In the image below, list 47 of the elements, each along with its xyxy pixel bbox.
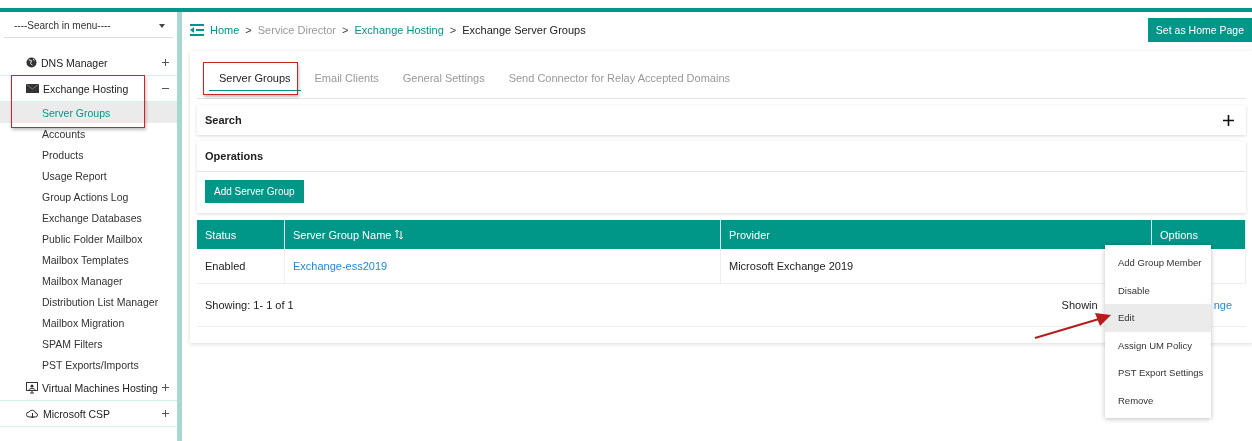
- breadcrumb-link[interactable]: Exchange Hosting: [354, 24, 444, 36]
- column-header-label: Provider: [729, 228, 770, 241]
- add-server-group-button[interactable]: Add Server Group: [205, 180, 304, 203]
- sidebar-subitem[interactable]: Mailbox Migration: [0, 312, 177, 333]
- sidebar-item-label: Microsoft CSP: [43, 407, 111, 420]
- breadcrumb-separator: >: [342, 24, 349, 36]
- tab[interactable]: Server Groups: [209, 65, 301, 91]
- menu-item[interactable]: Remove: [1105, 386, 1211, 414]
- sidebar-item[interactable]: Microsoft CSP: [0, 401, 177, 427]
- sidebar-subitem[interactable]: Mailbox Templates: [0, 249, 177, 270]
- sidebar-subitem[interactable]: Usage Report: [0, 165, 177, 186]
- column-header-label: Status: [205, 228, 237, 241]
- sidebar-subitem[interactable]: Exchange Databases: [0, 207, 177, 228]
- breadcrumb-current: Exchange Server Groups: [462, 24, 586, 36]
- column-header-label: Server Group Name: [293, 228, 392, 241]
- pagination-summary: Showing: 1- 1 of 1: [205, 299, 294, 311]
- menu-item[interactable]: Disable: [1105, 276, 1211, 304]
- sidebar-item-label: Virtual Machines Hosting: [42, 381, 158, 394]
- sidebar-item-label: DNS Manager: [41, 56, 108, 69]
- menu-item[interactable]: Add Group Member: [1105, 249, 1211, 277]
- table-cell: Enabled: [197, 249, 285, 284]
- sidebar-subitem[interactable]: Group Actions Log: [0, 186, 177, 207]
- sidebar-item[interactable]: DNS Manager: [0, 50, 177, 76]
- pagination-summary: Showin: [1061, 299, 1098, 311]
- menu-search-select[interactable]: ----Search in menu----: [4, 14, 173, 38]
- column-header[interactable]: Server Group Name: [285, 220, 721, 249]
- column-header-label: Options: [1160, 228, 1198, 241]
- menu-item[interactable]: Assign UM Policy: [1105, 331, 1211, 359]
- breadcrumb-link[interactable]: Home: [210, 24, 240, 36]
- sidebar-item[interactable]: Virtual Machines Hosting: [0, 375, 177, 401]
- panel-title: Search: [205, 114, 242, 126]
- server-group-link[interactable]: Exchange-ess2019: [285, 249, 721, 284]
- sidebar-subitem[interactable]: SPAM Filters: [0, 333, 177, 354]
- menu-item[interactable]: PST Export Settings: [1105, 359, 1211, 387]
- sidebar-subitem[interactable]: Distribution List Manager: [0, 291, 177, 312]
- sidebar-subitem[interactable]: Mailbox Manager: [0, 270, 177, 291]
- breadcrumb-separator: >: [449, 24, 457, 36]
- panel-title: Operations: [205, 150, 264, 162]
- sidebar-subitem[interactable]: PST Exports/Imports: [0, 354, 177, 375]
- sidebar-subitem[interactable]: Accounts: [0, 123, 177, 144]
- menu-item[interactable]: Edit: [1105, 304, 1211, 332]
- sidebar-subitem[interactable]: Products: [0, 144, 177, 165]
- set-home-page-button[interactable]: Set as Home Page: [1147, 18, 1252, 42]
- pagination-link[interactable]: nge: [1213, 299, 1232, 311]
- sidebar-subitem[interactable]: Public Folder Mailbox: [0, 228, 177, 249]
- breadcrumb-separator: >: [245, 24, 252, 36]
- sidebar-item-label: Exchange Hosting: [43, 82, 129, 95]
